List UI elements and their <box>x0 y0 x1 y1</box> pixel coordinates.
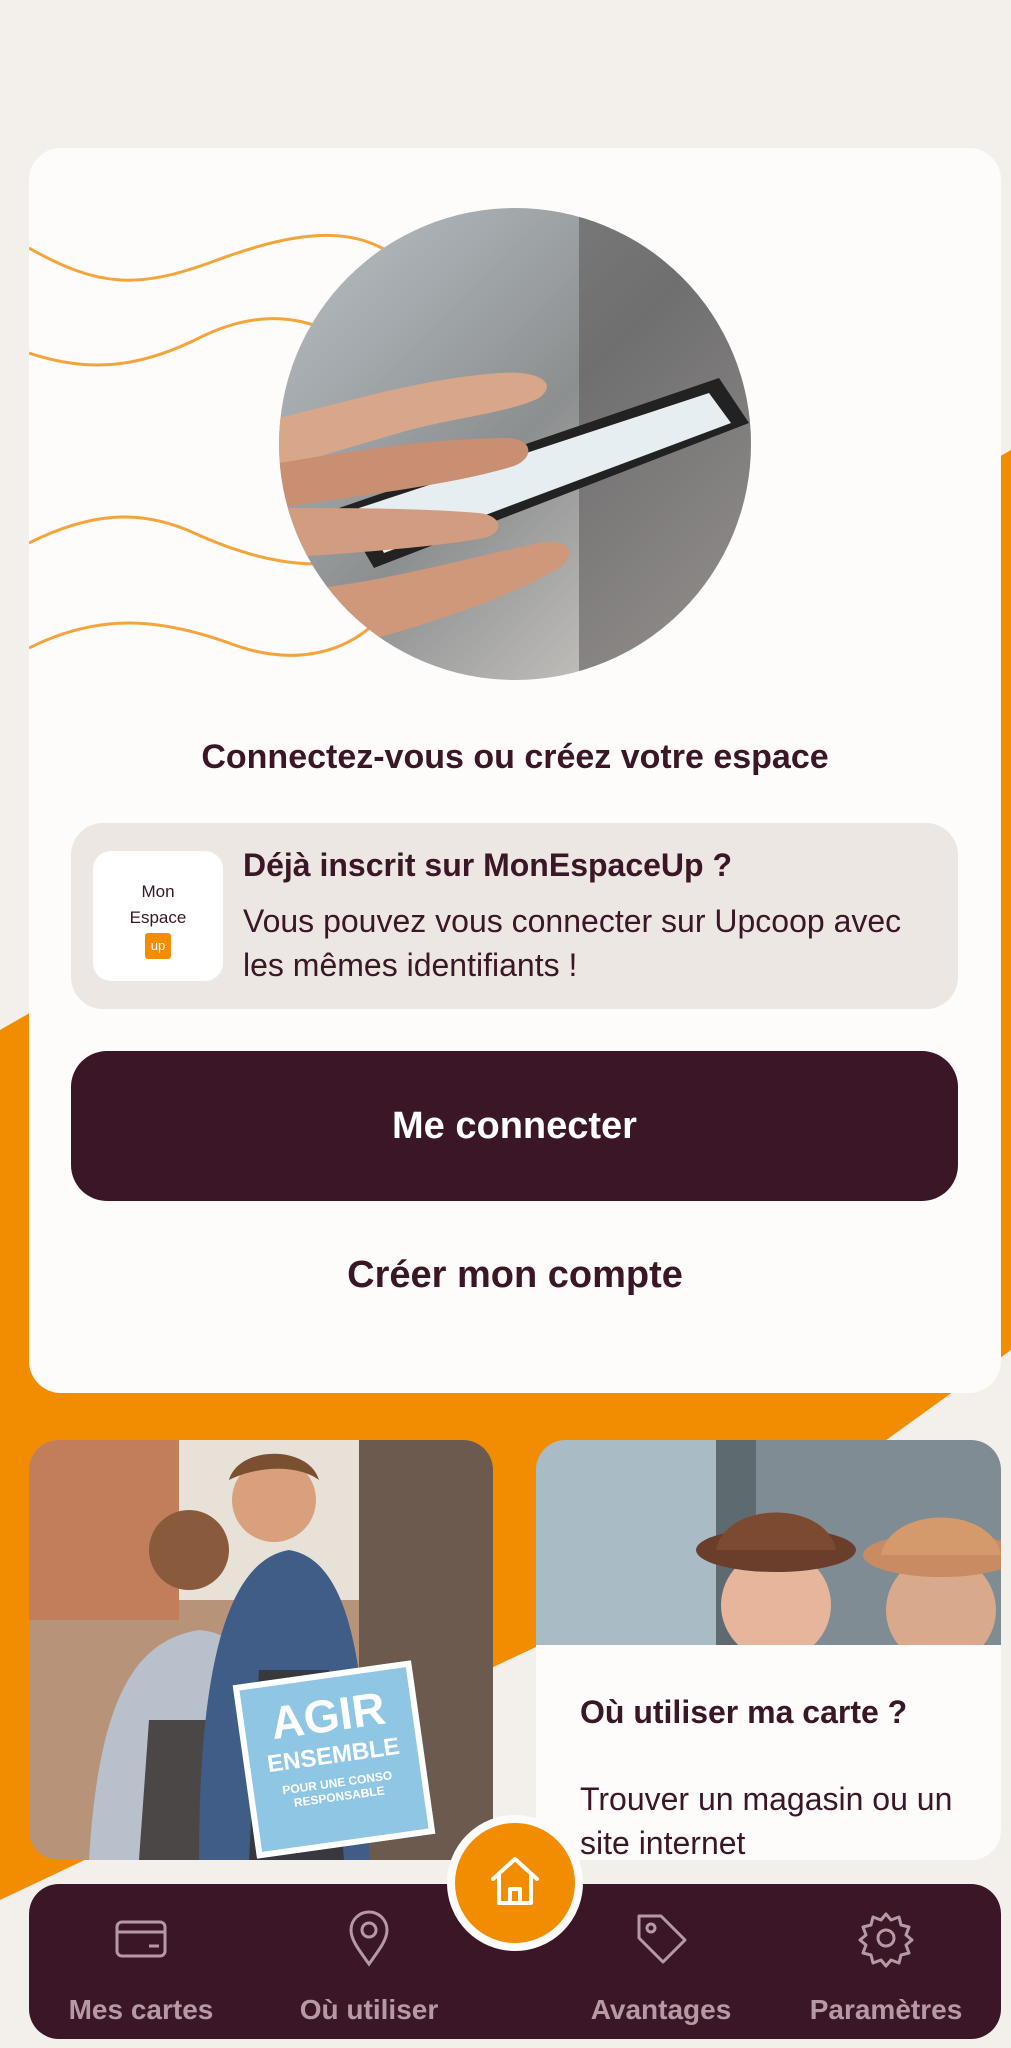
tab-label: Paramètres <box>809 1994 963 2025</box>
monespaceup-info-box: Mon Espace up Déjà inscrit sur MonEspace… <box>71 823 958 1009</box>
hero-title: Connectez-vous ou créez votre espace <box>201 738 829 776</box>
tab-label: Mes cartes <box>68 1994 214 2025</box>
connect-button[interactable]: Me connecter <box>71 1051 958 1201</box>
tab-parametres[interactable]: Paramètres <box>786 1884 986 2039</box>
tab-label: Avantages <box>590 1994 732 2025</box>
tab-avantages[interactable]: Avantages <box>561 1884 761 2039</box>
home-icon <box>491 1857 539 1905</box>
hero-phone-photo <box>279 208 751 680</box>
card-icon <box>115 1920 167 1958</box>
login-card: Connectez-vous ou créez votre espace Mon… <box>29 148 1001 1393</box>
agir-ensemble-badge: AGIR ENSEMBLE POUR UNE CONSO RESPONSABLE <box>232 1660 436 1859</box>
where-title: Où utiliser ma carte ? <box>580 1694 908 1730</box>
tab-mes-cartes[interactable]: Mes cartes <box>41 1884 241 2039</box>
info-text: Vous pouvez vous connecter sur Upcoop av… <box>243 903 902 983</box>
location-pin-icon <box>349 1910 389 1967</box>
where-to-use-card[interactable]: Où utiliser ma carte ? Trouver un magasi… <box>536 1440 1001 1860</box>
gear-icon <box>858 1912 914 1968</box>
tag-icon <box>637 1914 687 1964</box>
create-account-link[interactable]: Créer mon compte <box>29 1254 1001 1297</box>
promo-card-agir-ensemble[interactable]: AGIR ENSEMBLE POUR UNE CONSO RESPONSABLE <box>29 1440 493 1860</box>
monespace-logo: Mon Espace up <box>93 851 223 981</box>
home-button[interactable] <box>447 1815 583 1951</box>
tab-ou-utiliser[interactable]: Où utiliser <box>269 1884 469 2039</box>
where-text: Trouver un magasin ou un site internet <box>580 1781 953 1860</box>
info-title: Déjà inscrit sur MonEspaceUp ? <box>243 847 733 883</box>
friends-hats-photo <box>536 1440 1001 1645</box>
tab-label: Où utiliser <box>299 1994 439 2025</box>
